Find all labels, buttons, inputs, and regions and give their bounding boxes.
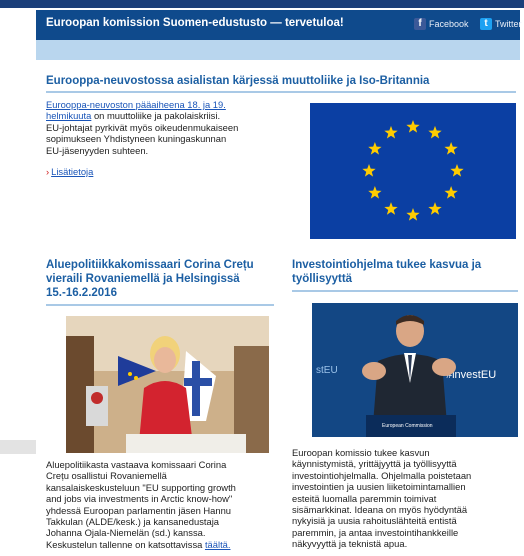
body-line: Keskustelun tallenne on katsottavissa tä…: [46, 539, 286, 550]
body-line: esteitä luomalla paremmin toimivat: [292, 492, 437, 504]
svg-text:stEU: stEU: [316, 365, 338, 376]
eu-star-icon: [368, 142, 382, 155]
facebook-link[interactable]: f Facebook: [414, 18, 469, 30]
eu-flag-graphic: [362, 120, 464, 221]
eu-star-icon: [428, 125, 442, 139]
nav-bar: [36, 40, 520, 60]
main-text-3: sopimukseen Yhdistyneen kuningaskunnan: [46, 133, 227, 145]
arrow-right-icon: ›: [46, 166, 50, 177]
headline-line: Aluepolitiikkakomissaari Corina Crețu: [46, 259, 254, 271]
headline-line: työllisyyttä: [292, 273, 353, 285]
headline-line: vieraili Rovaniemellä ja Helsingissä: [46, 273, 240, 285]
body-line: käynnistymistä, yrittäjyyttä ja työllisy…: [292, 458, 457, 470]
body-line: Aluepolitiikasta vastaava komissaari Cor…: [46, 459, 227, 470]
body-line: yhdessä Euroopan parlamentin jäsen Hannu: [46, 504, 232, 516]
article-left-body: Aluepolitiikasta vastaava komissaari Cor…: [46, 459, 286, 550]
commissioner-photo-graphic: [66, 316, 269, 453]
divider: [46, 304, 274, 306]
top-strip: [0, 0, 524, 8]
eu-star-icon: [368, 186, 382, 199]
article-right-headline[interactable]: Investointiohjelma tukee kasvua ja työll…: [292, 258, 518, 286]
article-right-body: Euroopan komissio tukee kasvun käynnisty…: [292, 447, 520, 550]
body-line: kansalaiskeskusteluun "EU supporting gro…: [46, 481, 236, 493]
main-article-link[interactable]: Eurooppa-neuvoston pääaiheena 18. ja 19.: [46, 99, 226, 110]
body-line: nykyisiä ja uusia rahoituslähteitä entis…: [292, 515, 457, 527]
divider: [292, 290, 518, 292]
body-line: Takkulan (ALDE/kesk.) ja kansanedustaja: [46, 516, 220, 528]
twitter-label: Twitter: [495, 19, 522, 29]
main-article-text: Eurooppa-neuvoston pääaiheena 18. ja 19.…: [46, 99, 296, 156]
main-text-4: EU-jäsenyyden suhteen.: [46, 144, 149, 156]
recording-link[interactable]: täältä.: [205, 539, 231, 550]
eu-star-icon: [384, 125, 398, 139]
body-line: investointien ja uusien liiketoimintamal…: [292, 481, 466, 493]
main-article-headline[interactable]: Eurooppa-neuvostossa asialistan kärjessä…: [46, 75, 429, 87]
body-line: näkyvyyttä ja teknistä apua.: [292, 538, 408, 550]
eu-star-icon: [428, 202, 442, 215]
lectern-text: European Commission: [382, 423, 433, 429]
body-text: Keskustelun tallenne on katsottavissa: [46, 538, 205, 550]
body-line: Johanna Ojala-Niemelän (sd.) kanssa.: [46, 527, 206, 539]
facebook-label: Facebook: [429, 19, 469, 29]
eu-star-icon: [406, 208, 420, 221]
eu-star-icon: [444, 186, 458, 199]
scroll-tab: [0, 440, 36, 454]
body-line: sisämarkkinat. Ideana on myös hyödyntää: [292, 504, 468, 516]
eu-flag-image: [310, 103, 516, 239]
site-title: Euroopan komission Suomen-edustusto — te…: [46, 17, 344, 29]
article-left-headline[interactable]: Aluepolitiikkakomissaari Corina Crețu vi…: [46, 258, 296, 300]
headline-line: Investointiohjelma tukee kasvua ja: [292, 259, 482, 271]
more-link-label[interactable]: Lisätietoja: [51, 166, 93, 177]
eu-star-icon: [444, 142, 458, 155]
body-line: investointiohjelmalla. Ohjelmalla poiste…: [292, 469, 472, 481]
facebook-icon: f: [414, 18, 426, 30]
eu-star-icon: [450, 164, 464, 177]
body-line: paremmin, ja antaa investointihankkeille: [292, 526, 459, 538]
body-line: and jobs via investments in Arctic know-…: [46, 493, 233, 505]
eu-star-icon: [362, 164, 376, 177]
eu-star-icon: [384, 202, 398, 215]
investment-photo-graphic: #investEU stEU European Commission: [312, 303, 518, 437]
twitter-link[interactable]: t Twitter: [480, 18, 522, 30]
main-text-1: on muuttoliike ja pakolaiskriisi.: [91, 110, 221, 122]
investment-photo: #investEU stEU European Commission: [312, 303, 518, 437]
twitter-icon: t: [480, 18, 492, 30]
body-line: Crețu osallistui Rovaniemellä: [46, 470, 167, 482]
headline-line: 15.-16.2.2016: [46, 287, 117, 299]
commissioner-photo: [66, 316, 269, 453]
site-header: Euroopan komission Suomen-edustusto — te…: [36, 10, 522, 40]
divider: [46, 91, 516, 93]
eu-star-icon: [406, 120, 420, 133]
main-article-link-cont[interactable]: helmikuuta: [46, 110, 91, 121]
body-line: Euroopan komissio tukee kasvun: [292, 447, 430, 458]
main-text-2: EU-johtajat pyrkivät myös oikeudenmukais…: [46, 121, 239, 133]
more-link[interactable]: › Lisätietoja: [46, 166, 93, 177]
